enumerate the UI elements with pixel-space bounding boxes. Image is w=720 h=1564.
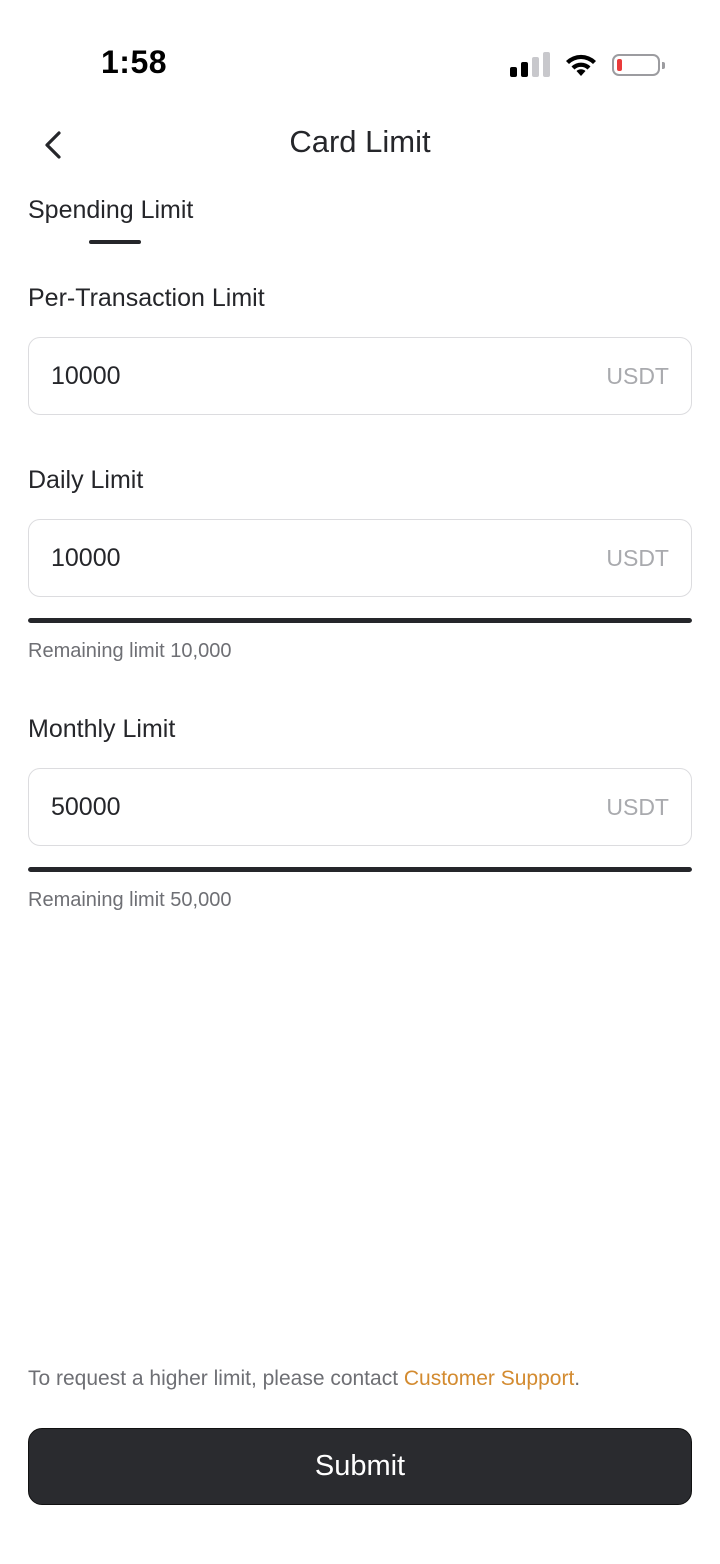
daily-remaining-limit: Remaining limit 10,000	[28, 640, 232, 662]
customer-support-link[interactable]: Customer Support	[404, 1367, 574, 1390]
cellular-signal-icon	[510, 52, 550, 77]
card-limit-screen: 1:58 Card Limit Spending Limit Per-Trans…	[0, 0, 720, 1564]
submit-button[interactable]: Submit	[28, 1428, 692, 1505]
monthly-limit-progress-fill	[28, 867, 692, 872]
daily-limit-unit: USDT	[606, 544, 669, 571]
monthly-limit-input[interactable]	[51, 792, 607, 822]
per-transaction-unit: USDT	[606, 362, 669, 389]
status-time: 1:58	[101, 44, 168, 80]
tab-active-indicator	[89, 240, 141, 244]
monthly-limit-field[interactable]: USDT	[28, 768, 692, 846]
battery-icon	[612, 54, 665, 76]
higher-limit-note-text: To request a higher limit, please contac…	[28, 1367, 404, 1390]
tab-spending-limit[interactable]: Spending Limit	[28, 196, 193, 225]
battery-level	[617, 59, 622, 71]
higher-limit-note-suffix: .	[574, 1367, 581, 1390]
daily-limit-progress	[28, 618, 692, 623]
daily-limit-label: Daily Limit	[28, 466, 144, 494]
daily-limit-field[interactable]: USDT	[28, 519, 692, 597]
monthly-remaining-limit: Remaining limit 50,000	[28, 889, 232, 911]
higher-limit-note: To request a higher limit, please contac…	[28, 1367, 580, 1391]
monthly-limit-progress	[28, 867, 692, 872]
per-transaction-limit-field[interactable]: USDT	[28, 337, 692, 415]
monthly-limit-label: Monthly Limit	[28, 715, 176, 743]
daily-limit-input[interactable]	[51, 543, 607, 573]
page-title: Card Limit	[289, 124, 431, 159]
monthly-limit-unit: USDT	[606, 793, 669, 820]
daily-limit-progress-fill	[28, 618, 692, 623]
wifi-icon	[566, 54, 596, 76]
per-transaction-limit-input[interactable]	[51, 361, 607, 391]
per-transaction-limit-label: Per-Transaction Limit	[28, 284, 265, 312]
status-icons	[510, 52, 665, 78]
